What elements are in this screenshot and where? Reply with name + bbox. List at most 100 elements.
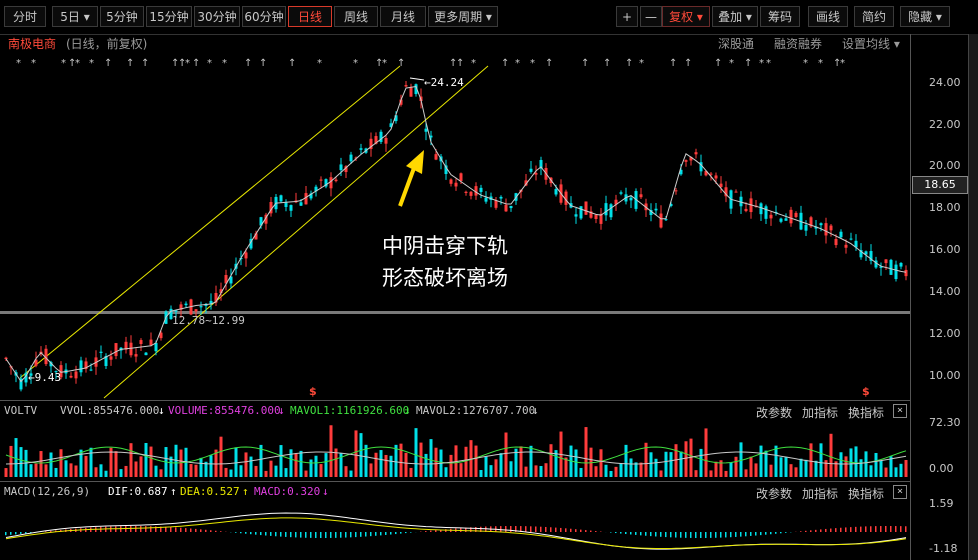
volume-bar [694, 470, 698, 477]
signal-marker: * [766, 58, 771, 69]
volume-bar [114, 451, 118, 477]
macd-bar [340, 532, 342, 538]
volume-bar [684, 441, 688, 477]
candle-body [144, 352, 148, 356]
volume-bar [729, 462, 733, 477]
y-tick-18: 18.00 [929, 201, 961, 214]
volume-bar [104, 470, 108, 477]
signal-marker: ↑ [141, 58, 149, 69]
volume-bar [304, 470, 308, 477]
macd-bar [205, 529, 207, 532]
macd-bar [375, 532, 377, 536]
macd-switch-indicator-button[interactable]: 换指标 [848, 485, 884, 502]
macd-axis-bottom: -1.18 [929, 542, 958, 555]
y-tick-14: 14.00 [929, 285, 961, 298]
macd-bar [255, 532, 257, 535]
candle-body [4, 357, 8, 359]
channel-upper-line [19, 65, 401, 379]
volume-bar [544, 463, 548, 477]
macd-bar [720, 532, 722, 538]
macd-edit-params-button[interactable]: 改参数 [756, 485, 792, 502]
volume-bar [44, 464, 48, 477]
candle-body [779, 218, 783, 222]
vvol-value: VVOL:855476.000 [60, 404, 160, 417]
volume-bar [269, 460, 273, 477]
signal-marker: * [207, 58, 212, 69]
close-icon[interactable]: × [893, 404, 907, 418]
volume-bar [144, 443, 148, 477]
volume-bar [704, 428, 708, 477]
low-price-label: ←9.43 [28, 371, 61, 384]
volume-add-indicator-button[interactable]: 加指标 [802, 404, 838, 421]
macd-bar [700, 532, 702, 538]
macd-bar [15, 532, 17, 535]
annotation-arrow-shaft [398, 167, 416, 207]
volume-bar [234, 447, 238, 477]
candle-body [804, 224, 808, 231]
candle-body [744, 208, 748, 212]
macd-bar [740, 532, 742, 537]
macd-bar [510, 526, 512, 532]
candle-body [789, 209, 793, 224]
candle-body [89, 369, 93, 371]
signal-marker: * [317, 58, 322, 69]
macd-bar [500, 526, 502, 532]
macd-bar [690, 532, 692, 538]
chart-scrollbar[interactable] [968, 34, 978, 560]
volume-bar [669, 452, 673, 477]
candle-body [459, 173, 463, 182]
volume-bar [744, 469, 748, 477]
macd-bar [505, 526, 507, 532]
volume-bar [284, 468, 288, 477]
macd-bar [10, 532, 12, 535]
candle-body [244, 252, 248, 259]
volume-bar [879, 460, 883, 477]
signal-marker: ↑ [603, 58, 611, 69]
macd-bar [525, 526, 527, 532]
volume-bar [804, 459, 808, 477]
y-tick-22: 22.00 [929, 118, 961, 131]
macd-bar [695, 532, 697, 538]
candle-body [884, 259, 888, 264]
macd-bar [260, 532, 262, 536]
signal-marker: * [353, 58, 358, 69]
macd-add-indicator-button[interactable]: 加指标 [802, 485, 838, 502]
macd-bar [145, 526, 147, 532]
macd-bar [235, 532, 237, 533]
current-price-tag: 18.65 [912, 176, 968, 194]
signal-marker: ↑ [456, 58, 464, 69]
candle-body [499, 196, 503, 199]
signal-marker: * [530, 58, 535, 69]
macd-bar [550, 527, 552, 532]
volume-bar [349, 470, 353, 477]
signal-marker: * [803, 58, 808, 69]
candle-body [329, 177, 333, 189]
candle-body [594, 214, 598, 220]
y-tick-16: 16.00 [929, 243, 961, 256]
candle-body [509, 205, 513, 209]
volume-switch-indicator-button[interactable]: 换指标 [848, 404, 884, 421]
macd-bar [755, 532, 757, 536]
volume-bar [369, 463, 373, 477]
macd-bar [610, 532, 612, 533]
candle-body [759, 203, 763, 215]
volume-bar [354, 430, 358, 477]
volume-edit-params-button[interactable]: 改参数 [756, 404, 792, 421]
macd-bar [650, 532, 652, 537]
macd-bar [575, 529, 577, 532]
signal-marker: ↑ [744, 58, 752, 69]
annotation-line-2: 形态破坏离场 [382, 266, 508, 290]
candle-body [304, 193, 308, 205]
volume-bar [814, 460, 818, 477]
volume-bar [874, 452, 878, 477]
volume-bar [829, 433, 833, 477]
volume-bar [289, 449, 293, 477]
macd-bar [565, 528, 567, 532]
macd-bar [20, 532, 22, 534]
volume-bar [14, 438, 18, 477]
volume-bar [529, 445, 533, 477]
y-tick-10: 10.00 [929, 369, 961, 382]
macd-bar [680, 532, 682, 538]
macd-bar [5, 532, 7, 536]
close-icon[interactable]: × [893, 485, 907, 499]
